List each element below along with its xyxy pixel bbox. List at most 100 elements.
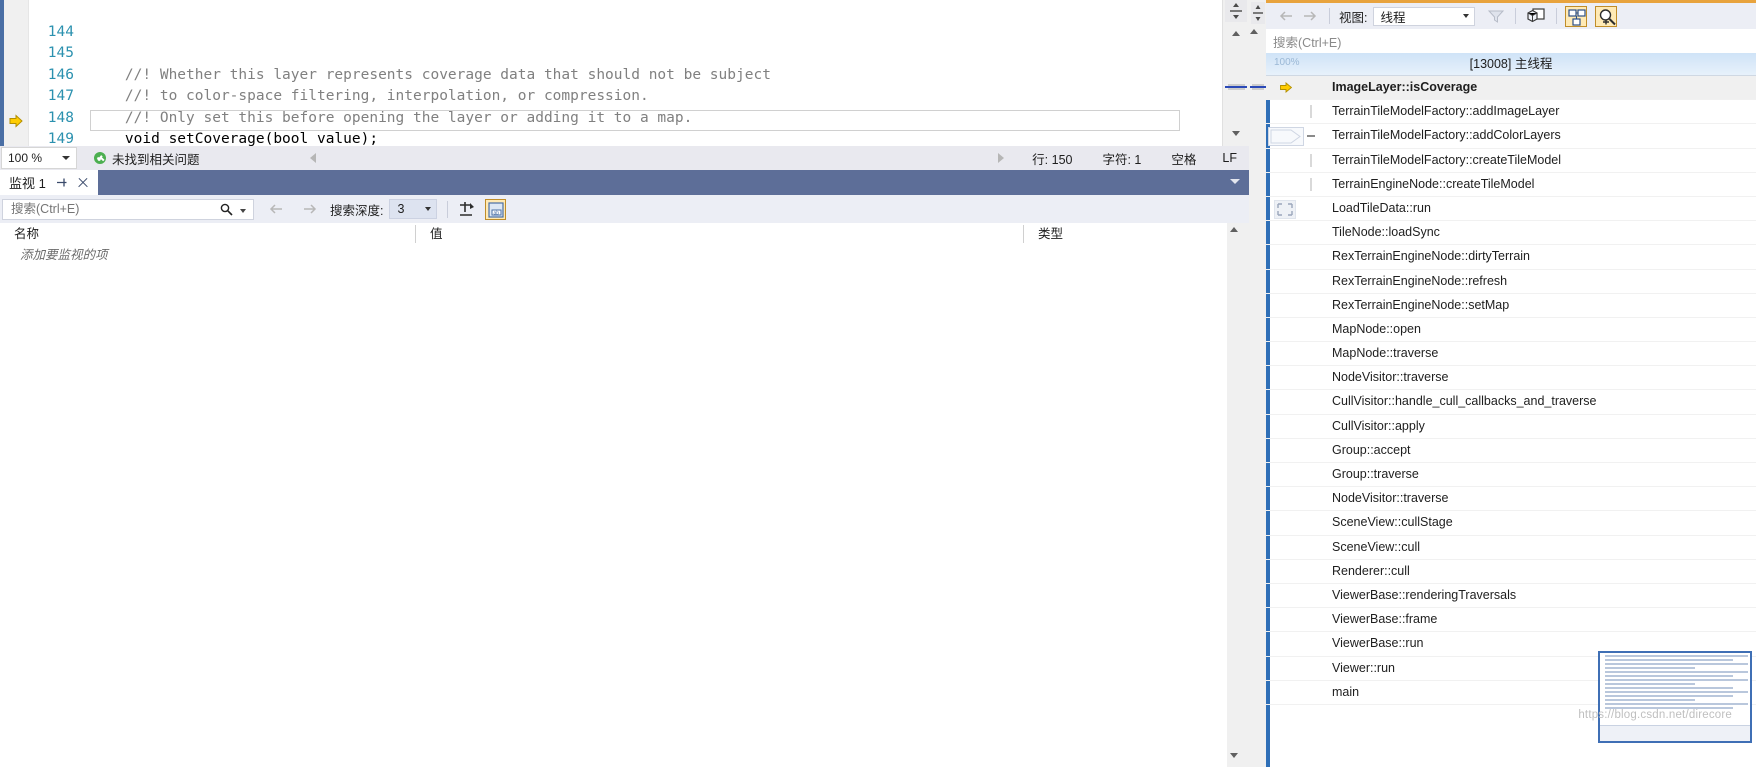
call-stack-frame[interactable]: TerrainEngineNode::createTileModel	[1266, 173, 1756, 197]
pin-all-button[interactable]	[456, 199, 477, 220]
call-stack-frame[interactable]: RexTerrainEngineNode::refresh	[1266, 270, 1756, 294]
filter-icon[interactable]	[1486, 6, 1506, 26]
column-header-type[interactable]: 类型	[1024, 223, 1227, 245]
scroll-up-button[interactable]	[1250, 26, 1265, 42]
code-editor[interactable]: 144 145 //! Whether this layer represent…	[0, 0, 1249, 146]
call-stack-frame[interactable]: MapNode::traverse	[1266, 342, 1756, 367]
search-options-chevron-icon[interactable]	[240, 208, 246, 213]
call-stack-frame[interactable]: MapNode::open	[1266, 318, 1756, 343]
toolbar-divider	[447, 200, 449, 218]
editor-changed-band	[0, 0, 4, 146]
navigate-forward-button[interactable]	[1298, 6, 1320, 26]
column-header-name[interactable]: 名称	[0, 223, 415, 245]
call-stack-frame[interactable]: LoadTileData::run	[1266, 197, 1756, 222]
search-icon[interactable]	[220, 203, 233, 216]
call-stack-frame[interactable]: RexTerrainEngineNode::dirtyTerrain	[1266, 245, 1756, 270]
tab-watch-1[interactable]: 监视 1	[0, 170, 98, 195]
frame-name: RexTerrainEngineNode::setMap	[1332, 297, 1510, 312]
frame-name: NodeVisitor::traverse	[1332, 370, 1449, 385]
pin-icon[interactable]	[55, 176, 68, 189]
call-stack-frame[interactable]: CullVisitor::handle_cull_callbacks_and_t…	[1266, 390, 1756, 415]
frame-expand-hint[interactable]	[1268, 127, 1304, 147]
call-stack-frame[interactable]: ViewerBase::renderingTraversals	[1266, 584, 1756, 609]
scroll-up-button[interactable]	[1226, 24, 1246, 42]
show-raw-structure-button[interactable]: ab	[485, 198, 507, 220]
frame-name: CullVisitor::apply	[1332, 418, 1425, 433]
column-header-value[interactable]: 值	[416, 223, 1023, 245]
search-depth-selector[interactable]: 3	[389, 199, 438, 219]
view-label: 视图:	[1339, 10, 1368, 25]
call-stack-frame[interactable]: Renderer::cull	[1266, 560, 1756, 584]
code-text-area[interactable]: 144 145 //! Whether this layer represent…	[28, 0, 1223, 146]
call-stack-search-box[interactable]: 搜索(Ctrl+E)	[1266, 29, 1756, 54]
scroll-down-button[interactable]	[1226, 124, 1246, 142]
call-stack-toolbar: 视图: 线程	[1266, 3, 1756, 29]
call-stack-frame[interactable]: TerrainTileModelFactory::addColorLayers	[1266, 124, 1756, 149]
frame-name: MapNode::traverse	[1332, 346, 1439, 361]
search-placeholder-text: 搜索(Ctrl+E)	[1273, 35, 1342, 50]
call-stack-frame[interactable]: TerrainTileModelFactory::createTileModel	[1266, 149, 1756, 173]
frame-name: MapNode::open	[1332, 321, 1421, 336]
tab-overflow-chevron-icon[interactable]	[1230, 179, 1240, 184]
indentation-mode[interactable]: 空格	[1171, 149, 1196, 168]
watch-search-box[interactable]	[2, 198, 254, 220]
splitter-grip-handle[interactable]	[1251, 2, 1265, 24]
search-next-button[interactable]	[296, 199, 320, 219]
call-stack-frame[interactable]: RexTerrainEngineNode::setMap	[1266, 294, 1756, 318]
search-input[interactable]	[9, 201, 209, 217]
call-stack-frame[interactable]: Group::accept	[1266, 439, 1756, 463]
line-ending-mode[interactable]: LF	[1222, 151, 1237, 165]
call-stack-frame[interactable]: ViewerBase::frame	[1266, 608, 1756, 633]
call-stack-frame[interactable]: NodeVisitor::traverse	[1266, 487, 1756, 512]
frame-name: ViewerBase::frame	[1332, 612, 1438, 627]
watch-rows: 添加要监视的项	[0, 245, 1227, 767]
thread-header-row[interactable]: 100% [13008] 主线程	[1266, 53, 1756, 76]
view-selector[interactable]: 线程	[1373, 6, 1476, 26]
zoom-level-selector[interactable]: 100 %	[1, 147, 77, 169]
close-icon[interactable]	[77, 177, 89, 189]
call-stack-frame[interactable]: CullVisitor::apply	[1266, 415, 1756, 439]
zoom-search-button[interactable]	[1595, 5, 1618, 27]
code-line[interactable]: 145 //! Whether this layer represents co…	[28, 22, 1223, 83]
frame-name: SceneView::cullStage	[1332, 515, 1453, 530]
frame-name: Group::accept	[1332, 442, 1411, 457]
vertical-splitter[interactable]	[1249, 0, 1266, 767]
next-issue-arrow-icon[interactable]	[998, 153, 1005, 163]
frame-name: TerrainEngineNode::createTileModel	[1332, 176, 1535, 191]
code-line[interactable]: 144	[28, 0, 1223, 40]
code-line[interactable]: 146 //! to color-space filtering, interp…	[28, 43, 1223, 105]
frame-name: RexTerrainEngineNode::dirtyTerrain	[1332, 249, 1531, 264]
show-external-code-button[interactable]	[1525, 6, 1547, 27]
prev-issue-arrow-icon[interactable]	[309, 153, 316, 163]
document-preview-popup[interactable]	[1598, 651, 1752, 743]
code-line-current[interactable]: 150 bool isCoverage() const { return get…	[28, 129, 1223, 146]
scroll-up-button[interactable]	[1228, 223, 1248, 241]
call-stack-frame[interactable]: SceneView::cull	[1266, 536, 1756, 560]
watch-vertical-scrollbar[interactable]	[1227, 223, 1249, 767]
call-stack-frame[interactable]: NodeVisitor::traverse	[1266, 366, 1756, 391]
call-stack-frame[interactable]: TileNode::loadSync	[1266, 221, 1756, 246]
code-line[interactable]: 149 bool getCoverage() const;	[28, 108, 1223, 146]
editor-split-handle[interactable]	[1225, 0, 1247, 22]
preview-footer	[1600, 725, 1750, 741]
code-line[interactable]: 147 //! Only set this before opening the…	[28, 65, 1223, 126]
frame-tick-icon	[1310, 177, 1312, 191]
scroll-down-button[interactable]	[1228, 749, 1248, 767]
frame-tick-icon	[1310, 105, 1312, 119]
call-stack-frame[interactable]: TerrainTileModelFactory::addImageLayer	[1266, 100, 1756, 125]
go-to-disassembly-button[interactable]	[1565, 5, 1588, 27]
call-stack-frame[interactable]: SceneView::cullStage	[1266, 511, 1756, 536]
watch-empty-row[interactable]: 添加要监视的项	[0, 245, 1227, 265]
current-statement-arrow-icon	[9, 114, 23, 128]
watermark-text: https://blog.csdn.net/direcore	[1578, 709, 1732, 721]
frame-name: ViewerBase::run	[1332, 636, 1424, 651]
navigate-back-button[interactable]	[1276, 6, 1298, 26]
zoom-value: 100 %	[8, 151, 43, 165]
chevron-down-icon	[425, 207, 432, 211]
call-stack-frame[interactable]: ImageLayer::isCoverage	[1266, 76, 1756, 101]
call-stack-frame[interactable]: Group::traverse	[1266, 463, 1756, 488]
frame-name: Renderer::cull	[1332, 563, 1410, 578]
code-line[interactable]: 148 void setCoverage(bool value);	[28, 86, 1223, 147]
editor-scrollbar-column[interactable]	[1222, 0, 1249, 146]
search-prev-button[interactable]	[266, 199, 290, 219]
